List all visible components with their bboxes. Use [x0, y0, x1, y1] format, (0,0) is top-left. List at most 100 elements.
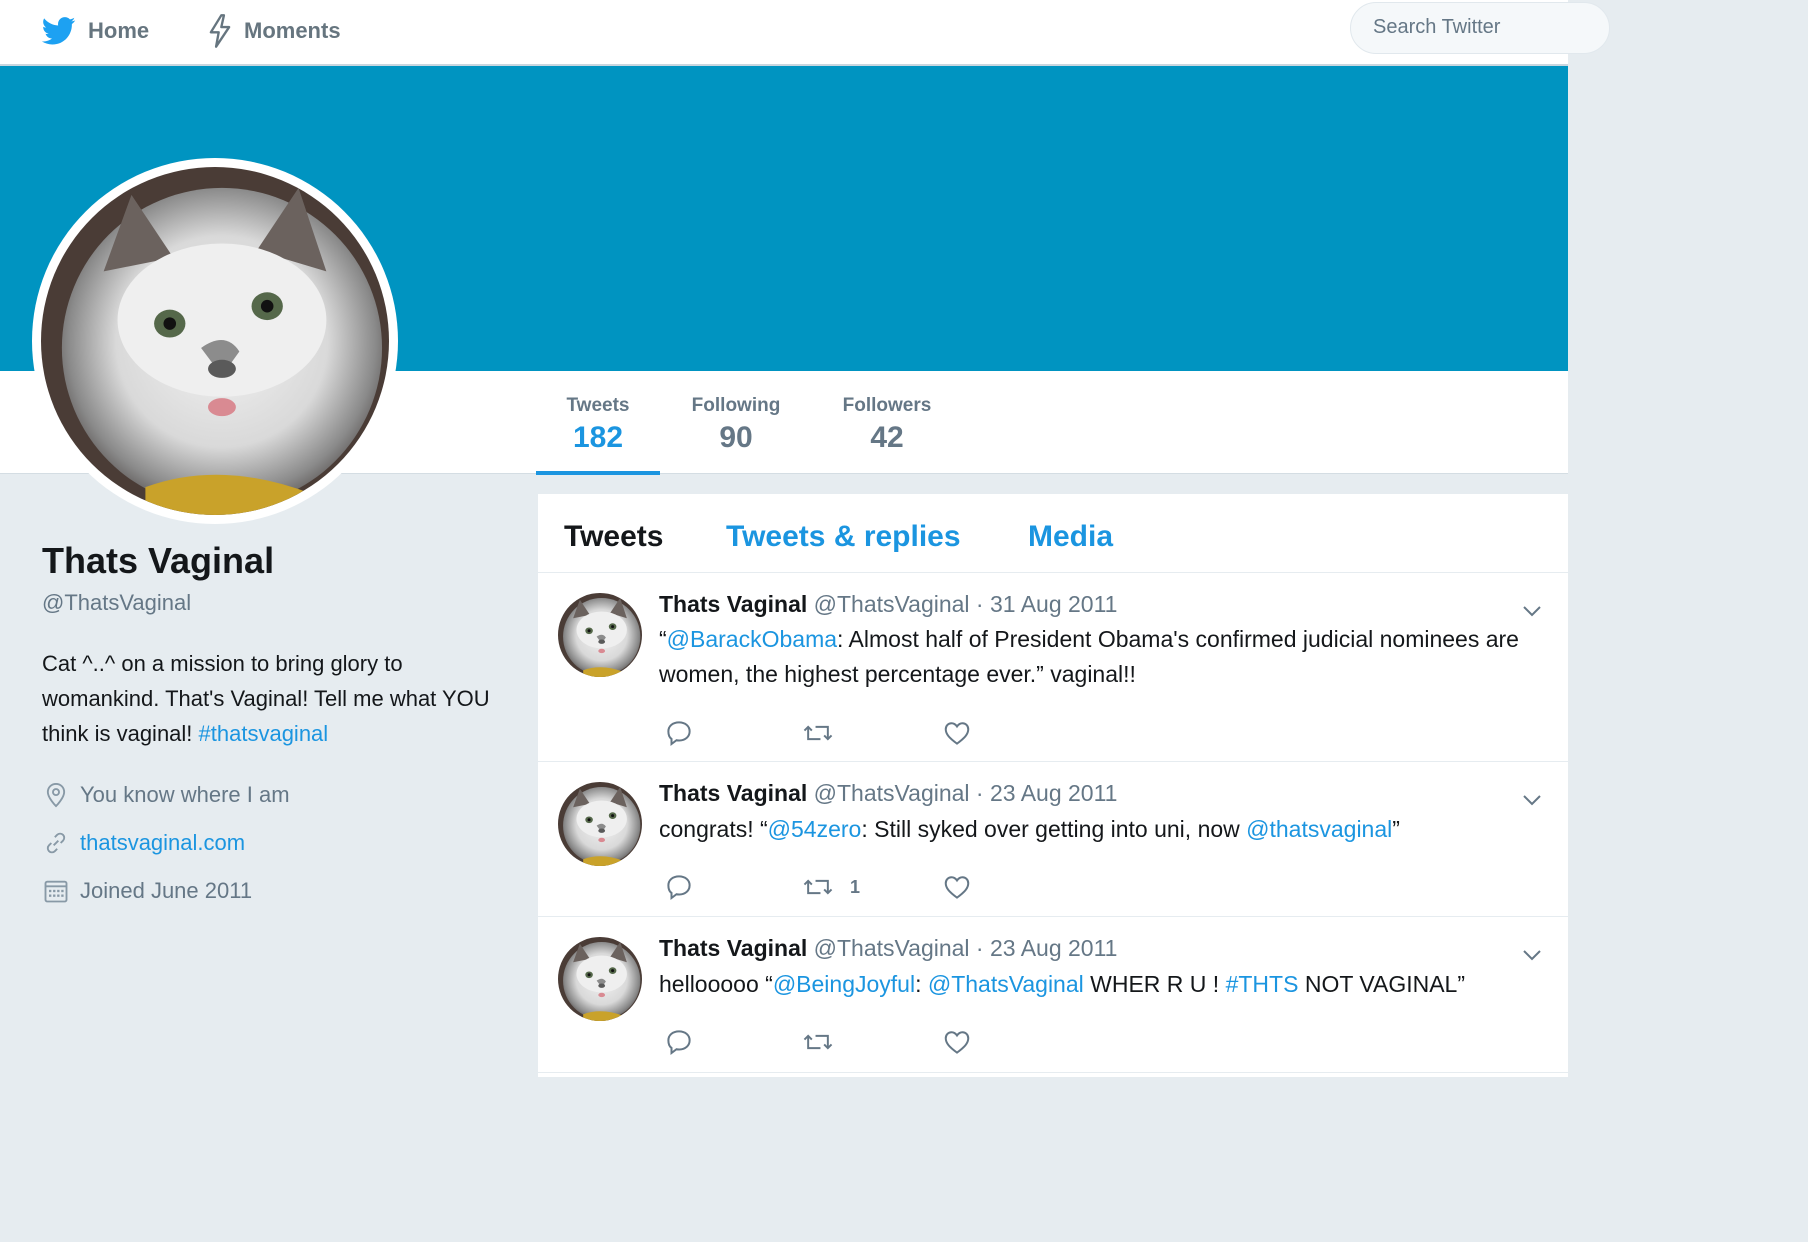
nav-home[interactable]: Home — [42, 0, 149, 62]
reply-icon — [667, 875, 691, 900]
heart-icon — [944, 876, 970, 899]
mention-link[interactable]: @ThatsVaginal — [928, 971, 1084, 997]
heart-icon — [944, 722, 970, 745]
search-input[interactable] — [1371, 15, 1595, 40]
like-button[interactable] — [942, 872, 972, 902]
search-box — [1350, 2, 1610, 54]
tweet-text-part: : Still syked over getting into uni, now — [861, 816, 1247, 842]
tweet-meta[interactable]: @ThatsVaginal · 31 Aug 2011 — [814, 591, 1118, 617]
tweet-text-part: congrats! “ — [659, 816, 768, 842]
tweet-meta[interactable]: @ThatsVaginal · 23 Aug 2011 — [814, 935, 1118, 961]
tab-media[interactable]: Media — [1028, 520, 1113, 554]
tweet-text-part: WHER R U ! — [1083, 971, 1226, 997]
profile-location: You know where I am — [42, 771, 512, 819]
profile-website: thatsvaginal.com — [42, 819, 512, 867]
location-text: You know where I am — [80, 782, 290, 807]
tweet-text-part: hellooooo “ — [659, 971, 773, 997]
profile-avatar[interactable] — [32, 158, 398, 524]
profile-meta: You know where I am thatsvaginal.com Joi… — [42, 771, 512, 915]
reply-button[interactable] — [664, 1027, 694, 1057]
stat-tweets[interactable]: Tweets 182 — [536, 371, 660, 475]
reply-icon — [667, 1030, 691, 1055]
tweet-author-name[interactable]: Thats Vaginal — [659, 591, 807, 617]
chevron-down-icon[interactable] — [1520, 788, 1544, 812]
tweet-header: Thats Vaginal @ThatsVaginal · 23 Aug 201… — [659, 780, 1117, 807]
profile-handle[interactable]: @ThatsVaginal — [42, 590, 512, 616]
nav-moments-label: Moments — [244, 18, 341, 43]
stat-following[interactable]: Following 90 — [672, 371, 800, 473]
tweet-actions — [664, 1027, 984, 1057]
stat-value: 90 — [719, 421, 753, 454]
tweet-header: Thats Vaginal @ThatsVaginal · 31 Aug 201… — [659, 591, 1117, 618]
hashtag-link[interactable]: #THTS — [1226, 971, 1299, 997]
tweet-avatar[interactable] — [558, 782, 642, 866]
stat-label: Tweets — [566, 395, 630, 416]
tweet-text-part: NOT VAGINAL” — [1298, 971, 1466, 997]
tweet-text: congrats! “@54zero: Still syked over get… — [659, 812, 1549, 847]
retweet-count: 1 — [850, 876, 861, 897]
profile-card: Thats Vaginal @ThatsVaginal Cat ^..^ on … — [42, 538, 512, 915]
calendar-icon — [44, 880, 68, 903]
chevron-down-icon[interactable] — [1520, 599, 1544, 623]
tweet-avatar[interactable] — [558, 937, 642, 1021]
tweet-actions — [664, 718, 984, 748]
cat-photo — [558, 937, 642, 1021]
mention-link[interactable]: @BeingJoyful — [773, 971, 915, 997]
profile-name[interactable]: Thats Vaginal — [42, 538, 512, 584]
tweet-header: Thats Vaginal @ThatsVaginal · 23 Aug 201… — [659, 935, 1117, 962]
tab-tweets[interactable]: Tweets — [564, 520, 663, 554]
tweet-avatar[interactable] — [558, 593, 642, 677]
timeline: Tweets Tweets & replies Media Thats Vagi… — [538, 494, 1568, 1077]
reply-button[interactable] — [664, 872, 694, 902]
tweet-item[interactable]: Thats Vaginal @ThatsVaginal · 23 Aug 201… — [538, 762, 1568, 917]
tweet-text-part: ” — [1392, 816, 1400, 842]
tweet-text-part: : — [915, 971, 928, 997]
reply-button[interactable] — [664, 718, 694, 748]
chevron-down-icon[interactable] — [1520, 943, 1544, 967]
tweet-meta[interactable]: @ThatsVaginal · 23 Aug 2011 — [814, 780, 1118, 806]
tab-tweets-replies[interactable]: Tweets & replies — [726, 520, 961, 554]
retweet-icon — [803, 1034, 833, 1050]
tweet-text: hellooooo “@BeingJoyful: @ThatsVaginal W… — [659, 967, 1549, 1002]
heart-icon — [944, 1031, 970, 1054]
timeline-tabs: Tweets Tweets & replies Media — [538, 494, 1568, 573]
stat-value: 42 — [870, 421, 904, 454]
tweet-actions: 1 — [664, 872, 984, 902]
mention-link[interactable]: @BarackObama — [667, 626, 837, 652]
twitter-bird-icon — [42, 17, 76, 45]
mention-link[interactable]: @54zero — [768, 816, 862, 842]
profile-joined: Joined June 2011 — [42, 867, 512, 915]
nav-home-label: Home — [88, 18, 150, 43]
retweet-icon — [803, 879, 833, 895]
profile-bio: Cat ^..^ on a mission to bring glory to … — [42, 646, 512, 751]
like-button[interactable] — [942, 718, 972, 748]
tweet-text-part: “ — [659, 626, 667, 652]
stat-value: 182 — [572, 421, 624, 454]
mention-link[interactable]: @thatsvaginal — [1246, 816, 1392, 842]
tweet-author-name[interactable]: Thats Vaginal — [659, 935, 807, 961]
tweet-text: “@BarackObama: Almost half of President … — [659, 622, 1549, 692]
retweet-button[interactable] — [802, 1027, 850, 1057]
tweet-author-name[interactable]: Thats Vaginal — [659, 780, 807, 806]
website-link[interactable]: thatsvaginal.com — [80, 830, 245, 856]
top-nav: Home Moments — [0, 0, 1610, 66]
cat-photo — [558, 782, 642, 866]
stat-followers[interactable]: Followers 42 — [818, 371, 956, 473]
reply-icon — [667, 721, 691, 746]
bio-hashtag-link[interactable]: #thatsvaginal — [199, 721, 329, 746]
stat-label: Following — [691, 395, 781, 416]
tweet-item[interactable]: Thats Vaginal @ThatsVaginal · 31 Aug 201… — [538, 573, 1568, 762]
retweet-button[interactable] — [802, 718, 850, 748]
tweet-item[interactable]: Thats Vaginal @ThatsVaginal · 23 Aug 201… — [538, 917, 1568, 1073]
lightning-icon — [209, 14, 231, 48]
joined-text: Joined June 2011 — [80, 878, 253, 903]
link-icon — [46, 832, 66, 854]
location-pin-icon — [46, 782, 66, 808]
stat-label: Followers — [842, 395, 932, 416]
like-button[interactable] — [942, 1027, 972, 1057]
nav-moments[interactable]: Moments — [206, 0, 341, 62]
retweet-button[interactable]: 1 — [802, 872, 860, 902]
retweet-icon — [803, 725, 833, 741]
cat-photo — [558, 593, 642, 677]
cat-photo — [41, 167, 389, 515]
